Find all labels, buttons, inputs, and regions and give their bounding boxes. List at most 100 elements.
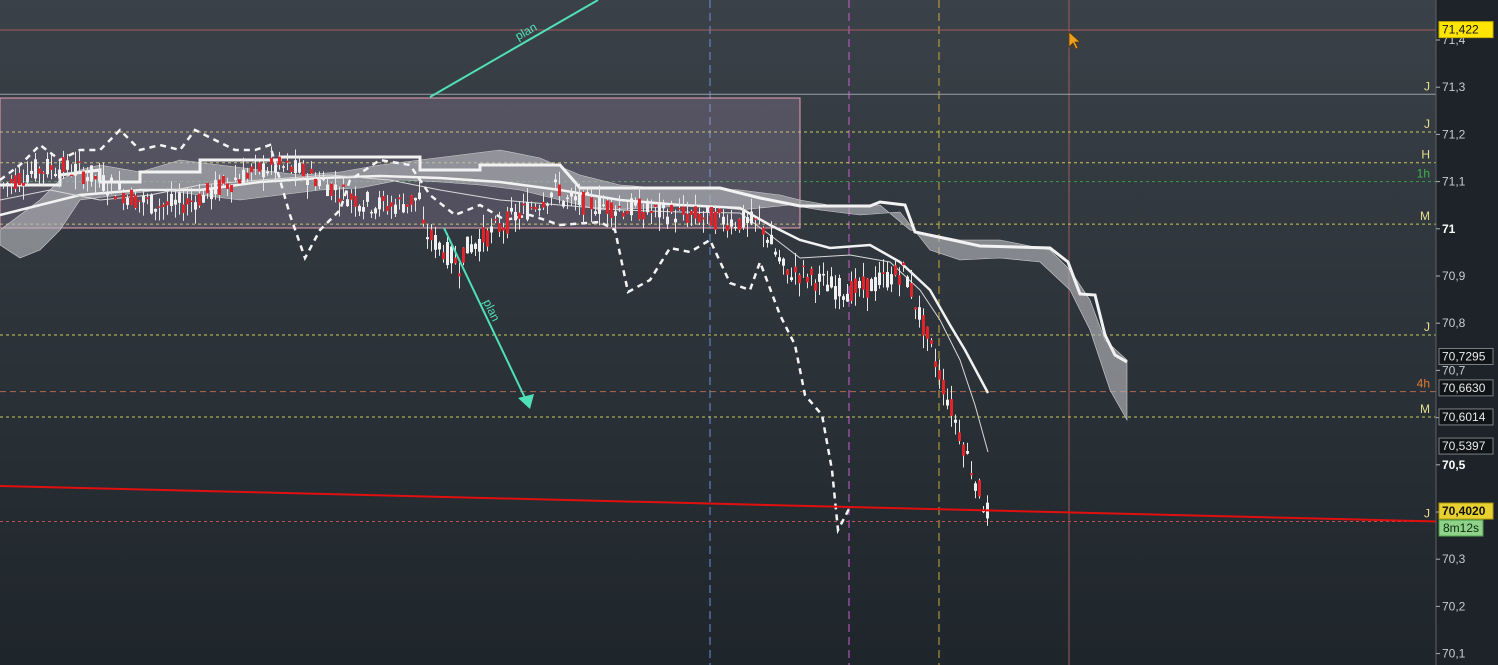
candle-body <box>954 419 957 423</box>
candle-body <box>206 182 209 194</box>
candle-body <box>398 197 401 200</box>
candle-body <box>522 203 525 206</box>
candle-body <box>102 175 105 191</box>
candle-body <box>794 266 797 273</box>
candle-body <box>234 177 237 180</box>
candle-body <box>574 196 577 201</box>
candle-body <box>642 212 645 220</box>
candle-body <box>846 293 849 302</box>
price-axis[interactable]: 71,471,371,271,17170,970,870,770,670,570… <box>1435 0 1498 665</box>
candle-body <box>758 218 761 221</box>
candle-body <box>682 206 685 215</box>
candle-body <box>318 179 321 187</box>
tick-label: 70,7 <box>1442 363 1466 377</box>
price-box-label: 70,7295 <box>1442 349 1486 363</box>
candle-body <box>310 168 313 174</box>
candle-body <box>338 198 341 203</box>
candle-body <box>26 174 29 183</box>
candle-body <box>818 273 821 282</box>
candle-body <box>374 208 377 214</box>
candle-body <box>382 195 385 202</box>
candle-body <box>30 170 33 174</box>
candle-body <box>142 195 145 203</box>
candle-body <box>486 230 489 247</box>
candle-body <box>714 211 717 230</box>
candle-body <box>738 218 741 230</box>
candle-body <box>506 211 509 234</box>
candle-body <box>526 202 529 220</box>
candle-body <box>462 247 465 263</box>
candle-body <box>278 156 281 165</box>
candle-body <box>970 473 973 476</box>
candle-body <box>810 268 813 276</box>
candle-body <box>782 258 785 266</box>
candle-body <box>42 172 45 174</box>
candle-body <box>750 211 753 224</box>
candle-body <box>66 160 69 170</box>
candle-body <box>606 200 609 214</box>
candle-body <box>342 184 345 187</box>
candle-body <box>562 201 565 207</box>
candle-body <box>302 163 305 177</box>
candle-body <box>826 284 829 292</box>
candle-body <box>630 198 633 216</box>
candle-body <box>94 175 97 180</box>
chart-canvas[interactable]: JJH1hMJ4hMJ planplan 71,471,371,271,1717… <box>0 0 1498 665</box>
candle-body <box>422 219 425 224</box>
candle-body <box>326 184 329 197</box>
candle-body <box>150 194 153 214</box>
candle-body <box>222 175 225 184</box>
candle-body <box>786 269 789 275</box>
candle-body <box>482 227 485 243</box>
candle-body <box>58 169 61 179</box>
tick-label: 70,3 <box>1442 552 1466 566</box>
candle-body <box>134 195 137 209</box>
tick-label: 70,9 <box>1442 269 1466 283</box>
candle-body <box>182 204 185 214</box>
candle-body <box>246 172 249 179</box>
candle-body <box>570 192 573 197</box>
candle-body <box>706 207 709 213</box>
candle-body <box>822 273 825 276</box>
candle-body <box>170 193 173 206</box>
candle-body <box>22 182 25 186</box>
candle-body <box>390 202 393 207</box>
candle-body <box>802 265 805 268</box>
candle-body <box>298 162 301 173</box>
candle-body <box>902 262 905 266</box>
candle-body <box>870 279 873 292</box>
candle-body <box>922 315 925 336</box>
price-box-label: 70,5397 <box>1442 439 1486 453</box>
candle-body <box>730 219 733 227</box>
candle-body <box>358 205 361 212</box>
candle-body <box>174 199 177 205</box>
candle-body <box>582 191 585 215</box>
candle-body <box>906 276 909 288</box>
candle-body <box>894 265 897 276</box>
candle-body <box>754 218 757 220</box>
candle-body <box>130 189 133 206</box>
candle-body <box>590 197 593 210</box>
candle-body <box>934 361 937 368</box>
candle-body <box>162 204 165 207</box>
candle-body <box>370 211 373 214</box>
candle-body <box>34 159 37 179</box>
candle-body <box>558 184 561 196</box>
tick-label: 71,1 <box>1442 175 1466 189</box>
candle-body <box>238 179 241 184</box>
candle-body <box>694 206 697 219</box>
candle-body <box>314 178 317 187</box>
candle-body <box>918 307 921 320</box>
tick-label: 70,1 <box>1442 647 1466 661</box>
candle-body <box>110 177 113 183</box>
level-label: 4h <box>1417 377 1430 391</box>
candle-body <box>666 216 669 225</box>
candle-body <box>166 201 169 206</box>
candle-body <box>98 171 101 182</box>
trading-chart[interactable]: J J H 1h M J 4h M J plan plan 71,4 71,3 71,2 71,1 71 7… <box>0 0 1498 665</box>
candle-body <box>190 200 193 203</box>
candle-body <box>62 157 65 172</box>
candle-body <box>262 163 265 178</box>
candle-body <box>478 239 481 252</box>
candle-body <box>942 379 945 395</box>
